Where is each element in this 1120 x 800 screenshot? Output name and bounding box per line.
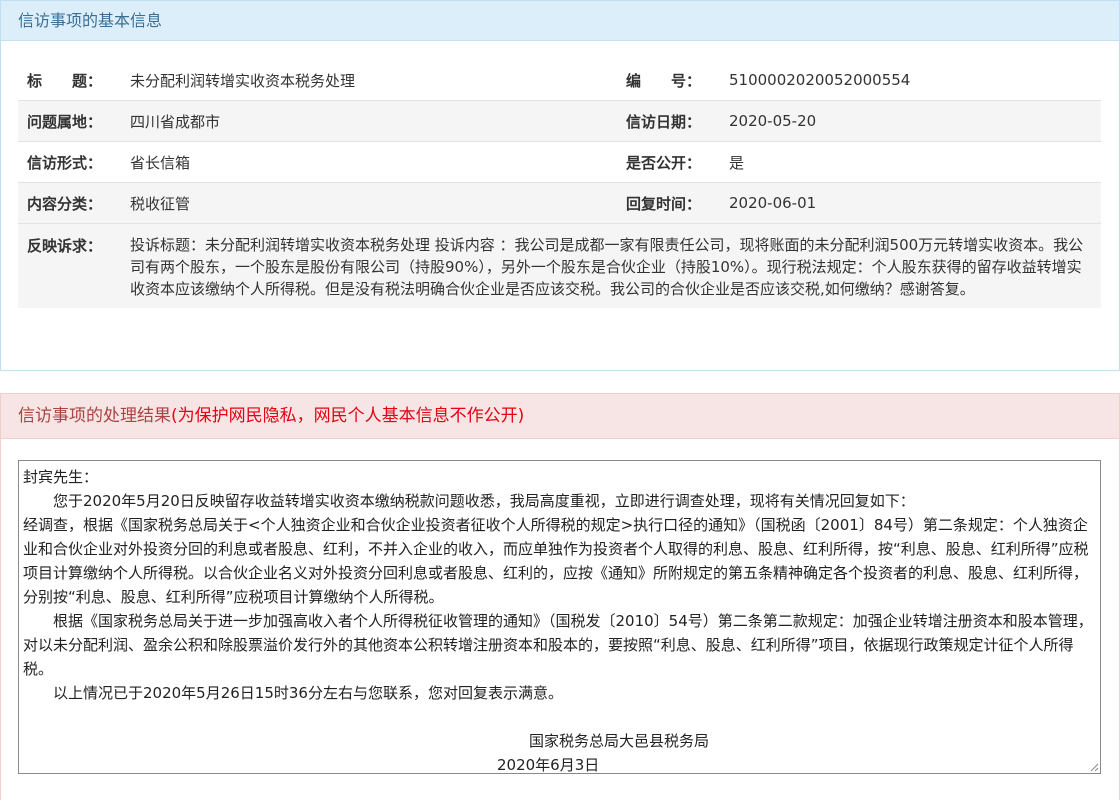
form-label: 信访形式：	[18, 141, 130, 183]
reply-paragraph: 根据《国家税务总局关于进一步加强高收入者个人所得税征收管理的通知》（国税发〔20…	[23, 612, 1093, 678]
table-row: 标 题： 未分配利润转增实收资本税务处理 编 号： 51000020200520…	[18, 60, 1101, 101]
number-value: 5100002020052000554	[729, 60, 1101, 101]
reply-time-label: 回复时间：	[617, 182, 729, 224]
result-panel: 信访事项的处理结果(为保护网民隐私，网民个人基本信息不作公开) 封宾先生： 您于…	[0, 393, 1120, 800]
basic-info-table: 标 题： 未分配利润转增实收资本税务处理 编 号： 51000020200520…	[18, 60, 1101, 308]
number-label: 编 号：	[617, 60, 729, 101]
reply-textarea[interactable]: 封宾先生： 您于2020年5月20日反映留存收益转增实收资本缴纳税款问题收悉，我…	[18, 460, 1101, 774]
table-row: 问题属地： 四川省成都市 信访日期： 2020-05-20	[18, 100, 1101, 142]
title-value: 未分配利润转增实收资本税务处理	[130, 60, 617, 101]
reply-time-value: 2020-06-01	[729, 182, 1101, 224]
location-value: 四川省成都市	[130, 100, 617, 142]
basic-info-panel: 信访事项的基本信息 标 题： 未分配利润转增实收资本税务处理 编 号： 5100…	[0, 0, 1120, 371]
privacy-note: (为保护网民隐私，网民个人基本信息不作公开)	[171, 406, 525, 426]
reply-paragraph: 经调查，根据《国家税务总局关于<个人独资企业和合伙企业投资者征收个人所得税的规定…	[23, 516, 1089, 606]
reply-salutation: 封宾先生：	[23, 468, 99, 486]
date-label: 信访日期：	[617, 100, 729, 142]
signature-date: 2020年6月3日	[497, 756, 600, 774]
appeal-label: 反映诉求：	[18, 223, 130, 308]
table-row: 内容分类： 税收征管 回复时间： 2020-06-01	[18, 182, 1101, 224]
signature-org: 国家税务总局大邑县税务局	[529, 732, 710, 750]
title-label: 标 题：	[18, 60, 130, 101]
form-value: 省长信箱	[130, 141, 617, 183]
location-label: 问题属地：	[18, 100, 130, 142]
result-header: 信访事项的处理结果(为保护网民隐私，网民个人基本信息不作公开)	[1, 394, 1119, 439]
resize-grip-icon[interactable]	[1089, 762, 1099, 772]
table-row: 信访形式： 省长信箱 是否公开： 是	[18, 141, 1101, 183]
result-title: 信访事项的处理结果	[18, 406, 171, 426]
category-label: 内容分类：	[18, 182, 130, 224]
public-label: 是否公开：	[617, 141, 729, 183]
table-row: 反映诉求： 投诉标题：未分配利润转增实收资本税务处理 投诉内容 ：我公司是成都一…	[18, 223, 1101, 308]
appeal-value: 投诉标题：未分配利润转增实收资本税务处理 投诉内容 ：我公司是成都一家有限责任公…	[130, 223, 1101, 308]
date-value: 2020-05-20	[729, 100, 1101, 142]
basic-info-header: 信访事项的基本信息	[1, 1, 1119, 41]
public-value: 是	[729, 141, 1101, 183]
reply-paragraph: 以上情况已于2020年5月26日15时36分左右与您联系，您对回复表示满意。	[23, 684, 563, 702]
reply-paragraph: 您于2020年5月20日反映留存收益转增实收资本缴纳税款问题收悉，我局高度重视，…	[23, 492, 915, 510]
category-value: 税收征管	[130, 182, 617, 224]
